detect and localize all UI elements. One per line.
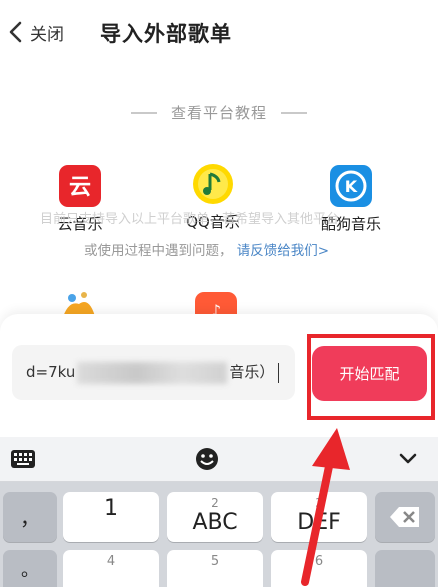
- keyboard-icon[interactable]: [10, 449, 36, 473]
- svg-text:云: 云: [69, 175, 91, 200]
- section-heading: 查看平台教程: [0, 102, 438, 123]
- keyboard-toolbar: [0, 437, 438, 482]
- key-period[interactable]: 。: [3, 550, 57, 587]
- playlist-link-input[interactable]: d=7ku 音乐）: [12, 345, 295, 400]
- chevron-left-icon: [9, 21, 22, 43]
- notice-text: 目前只支持导入以上平台歌单，若希望导入其他平台: [40, 212, 340, 227]
- header-bar: 关闭 导入外部歌单: [0, 0, 438, 62]
- notice-text-2: 或使用过程中遇到问题， 请反馈给我们>: [84, 239, 329, 259]
- key-3-def[interactable]: 3 DEF: [271, 492, 367, 542]
- input-value: d=7ku 音乐）: [26, 361, 280, 384]
- backspace-key[interactable]: [375, 492, 435, 542]
- key-function[interactable]: [375, 550, 435, 587]
- key-6[interactable]: 6: [271, 550, 367, 587]
- key-4[interactable]: 4: [63, 550, 159, 587]
- emoji-icon[interactable]: [195, 447, 219, 475]
- blurred-content: [77, 361, 228, 384]
- annotation-highlight-box: [307, 334, 435, 420]
- key-1[interactable]: 1: [63, 492, 159, 542]
- tutorial-link[interactable]: 查看平台教程: [171, 102, 267, 123]
- qq-music-icon: [192, 163, 234, 205]
- text-caret: [278, 362, 280, 383]
- svg-text:K: K: [345, 177, 358, 196]
- page-title: 导入外部歌单: [100, 22, 232, 46]
- key-2-abc[interactable]: 2 ABC: [167, 492, 263, 542]
- close-button[interactable]: 关闭: [8, 18, 64, 46]
- divider: [130, 111, 157, 114]
- backspace-icon: [390, 507, 419, 527]
- netease-music-icon: 云: [59, 165, 101, 207]
- divider: [281, 111, 307, 114]
- kugou-music-icon: K: [330, 165, 372, 207]
- key-comma[interactable]: ，: [3, 492, 57, 542]
- feedback-link[interactable]: 请反馈给我们>: [237, 243, 329, 259]
- key-5[interactable]: 5: [167, 550, 263, 587]
- close-label: 关闭: [30, 24, 64, 45]
- notice-prefix: 或使用过程中遇到问题，: [84, 243, 233, 259]
- chevron-down-icon[interactable]: [398, 451, 418, 471]
